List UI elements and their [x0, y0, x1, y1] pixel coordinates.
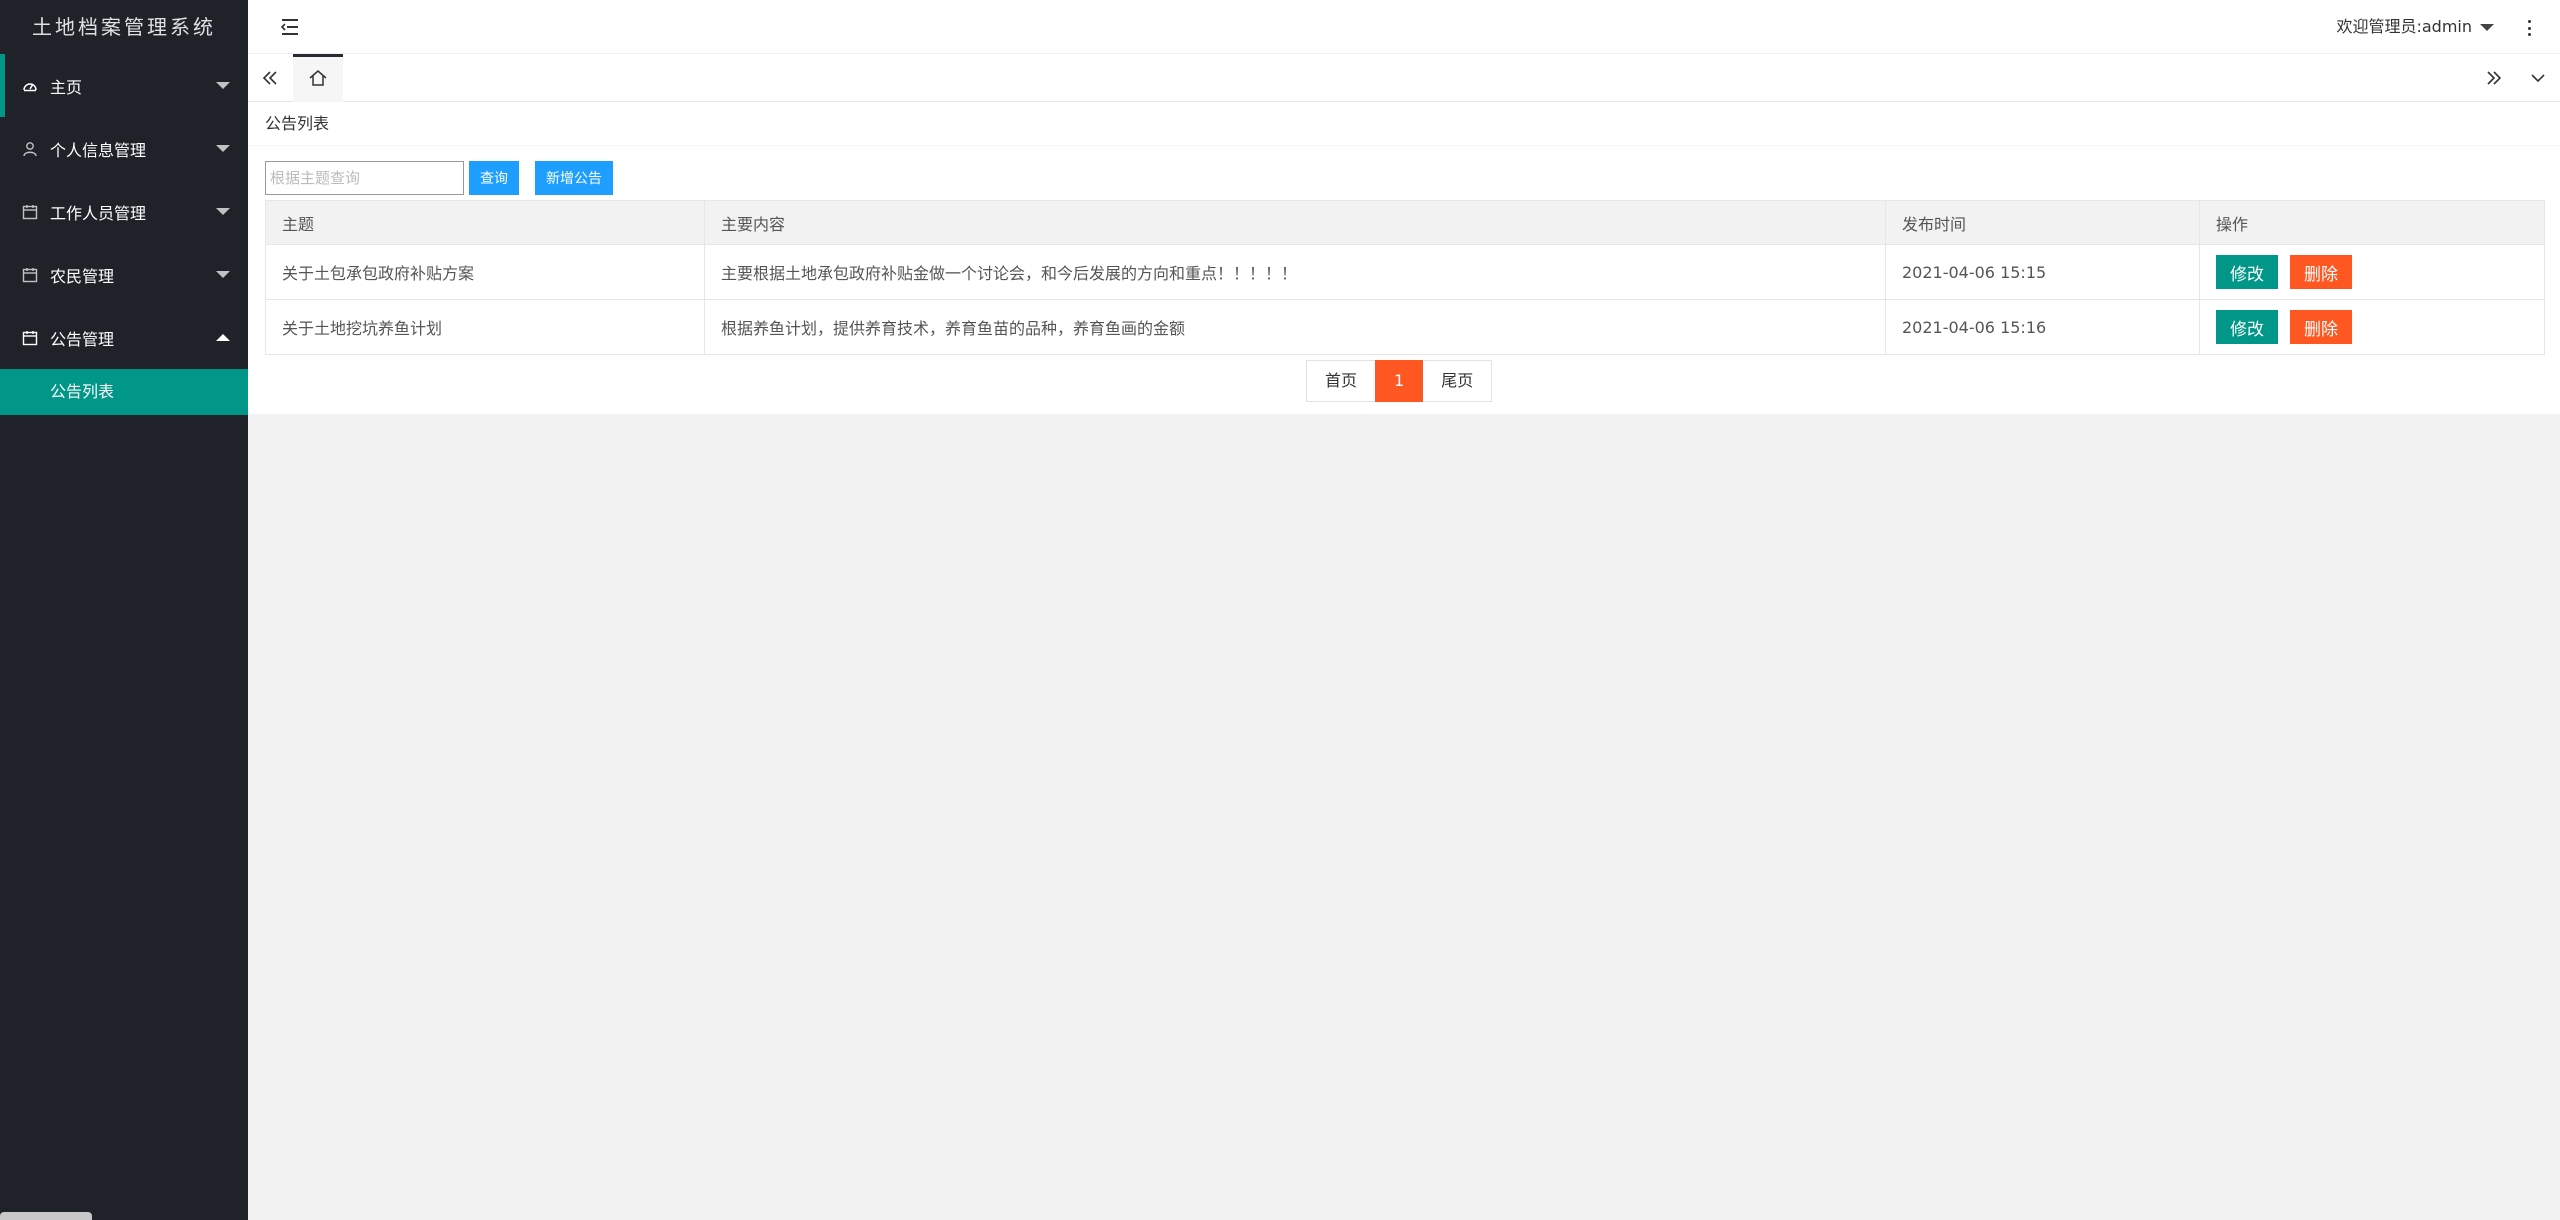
- chevron-down-icon: [216, 81, 230, 89]
- announcement-table: 主题 主要内容 发布时间 操作 关于土包承包政府补贴方案 主要根据土地承包政府补…: [265, 200, 2545, 355]
- cell-time: 2021-04-06 15:16: [1885, 299, 2200, 355]
- current-page-button[interactable]: 1: [1375, 360, 1424, 402]
- top-header: 欢迎管理员:admin: [248, 0, 2560, 54]
- dashboard-icon: [22, 78, 38, 94]
- app-logo-title: 土地档案管理系统: [32, 15, 216, 39]
- chevron-down-icon: [216, 270, 230, 278]
- sidebar-item-label: 主页: [50, 77, 83, 97]
- tabs-scroll-right-icon[interactable]: [2472, 54, 2516, 102]
- more-vertical-icon[interactable]: [2528, 20, 2532, 36]
- tabs-scroll-left-icon[interactable]: [248, 54, 292, 102]
- chevron-down-icon: [216, 144, 230, 152]
- first-page-button[interactable]: 首页: [1306, 360, 1376, 402]
- sidebar-item-staff[interactable]: 工作人员管理: [0, 180, 248, 243]
- main-content: 公告列表 查询 新增公告 主题 主要内容 发布时间 操作 关于土包承包政府补贴方…: [248, 102, 2560, 414]
- cell-actions: 修改 删除: [2199, 244, 2545, 300]
- sidebar-subitem-announcement-list[interactable]: 公告列表: [0, 369, 248, 415]
- cell-content: 根据养鱼计划，提供养育技术，养育鱼苗的品种，养育鱼画的金额: [704, 299, 1886, 355]
- sidebar-item-label: 个人信息管理: [50, 140, 147, 160]
- calendar-icon: [22, 330, 38, 346]
- tab-bar: [248, 54, 2560, 102]
- table-header-row: 主题 主要内容 发布时间 操作: [265, 200, 2545, 245]
- cell-subject: 关于土地挖坑养鱼计划: [265, 299, 705, 355]
- column-header: 发布时间: [1885, 200, 2200, 245]
- page-title: 公告列表: [248, 102, 2560, 146]
- home-icon: [308, 68, 328, 92]
- search-input[interactable]: [265, 161, 464, 195]
- search-toolbar: 查询 新增公告: [265, 160, 613, 196]
- tab-home[interactable]: [293, 54, 343, 102]
- edit-button[interactable]: 修改: [2216, 255, 2278, 289]
- chevron-up-icon: [216, 333, 230, 341]
- cell-actions: 修改 删除: [2199, 299, 2545, 355]
- menu-toggle-icon[interactable]: [280, 17, 300, 37]
- cell-content: 主要根据土地承包政府补贴金做一个讨论会，和今后发展的方向和重点！！！！！: [704, 244, 1886, 300]
- user-menu[interactable]: 欢迎管理员:admin: [2336, 0, 2494, 54]
- pagination: 首页 1 尾页: [1306, 360, 1493, 402]
- cell-time: 2021-04-06 15:15: [1885, 244, 2200, 300]
- calendar-icon: [22, 267, 38, 283]
- delete-button[interactable]: 删除: [2290, 310, 2352, 344]
- query-button[interactable]: 查询: [469, 161, 519, 195]
- sidebar-item-label: 公告管理: [50, 329, 115, 349]
- table-row: 关于土地挖坑养鱼计划 根据养鱼计划，提供养育技术，养育鱼苗的品种，养育鱼画的金额…: [265, 299, 2545, 355]
- sidebar-item-announcements[interactable]: 公告管理: [0, 306, 248, 369]
- user-welcome-label: 欢迎管理员:admin: [2336, 17, 2472, 36]
- sidebar: 土地档案管理系统 主页 个人信息管理 工作人员管理 农民管理 公告管理 公告列表: [0, 0, 248, 1220]
- cell-subject: 关于土包承包政府补贴方案: [265, 244, 705, 300]
- sidebar-item-personal-info[interactable]: 个人信息管理: [0, 117, 248, 180]
- sidebar-item-home[interactable]: 主页: [0, 54, 248, 117]
- scrollbar-thumb[interactable]: [0, 1212, 92, 1220]
- sidebar-item-label: 农民管理: [50, 266, 115, 286]
- caret-down-icon: [2480, 23, 2494, 31]
- user-icon: [22, 141, 38, 157]
- last-page-button[interactable]: 尾页: [1423, 360, 1493, 402]
- add-announcement-button[interactable]: 新增公告: [535, 161, 613, 195]
- sidebar-item-label: 工作人员管理: [50, 203, 147, 223]
- delete-button[interactable]: 删除: [2290, 255, 2352, 289]
- column-header: 操作: [2199, 200, 2545, 245]
- table-row: 关于土包承包政府补贴方案 主要根据土地承包政府补贴金做一个讨论会，和今后发展的方…: [265, 244, 2545, 300]
- chevron-down-icon: [216, 207, 230, 215]
- column-header: 主题: [265, 200, 705, 245]
- tabs-dropdown-icon[interactable]: [2516, 54, 2560, 102]
- sidebar-item-farmers[interactable]: 农民管理: [0, 243, 248, 306]
- calendar-icon: [22, 204, 38, 220]
- edit-button[interactable]: 修改: [2216, 310, 2278, 344]
- column-header: 主要内容: [704, 200, 1886, 245]
